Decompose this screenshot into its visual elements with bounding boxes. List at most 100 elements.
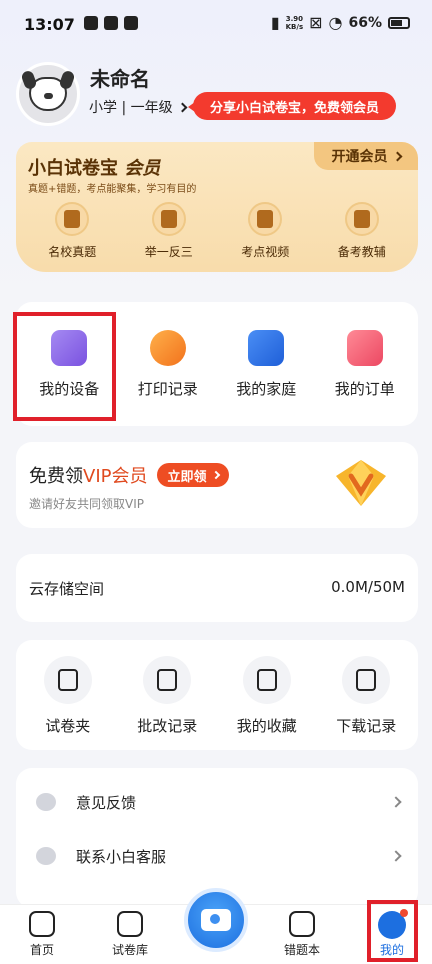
claim-label: 立即领 [167, 469, 207, 485]
tool-label: 下载记录 [336, 717, 397, 735]
shield-icon [124, 16, 138, 30]
play-icon [248, 202, 283, 236]
feedback-icon [36, 793, 56, 811]
vip-title: 小白试卷宝 会员 [28, 154, 160, 180]
camera-button[interactable] [184, 888, 248, 952]
my-favorites-button[interactable]: 我的收藏 [219, 640, 315, 750]
speed-unit: KB/s [285, 22, 304, 31]
profile-name[interactable]: 未命名 [90, 63, 150, 92]
vip-benefits: 名校真题 举一反三 考点视频 备考教辅 [16, 202, 418, 260]
nav-label: 首页 [29, 943, 54, 957]
battery-icon [388, 16, 410, 29]
vip-title-member: 会员 [124, 158, 161, 179]
vip-item-videos[interactable]: 考点视频 [225, 202, 305, 260]
sim-off-icon: ⊠ [309, 13, 323, 32]
vip-item-famous-papers[interactable]: 名校真题 [32, 202, 112, 260]
dev-label: 我的订单 [334, 379, 395, 398]
promo-title-vip: VIP会员 [83, 466, 148, 487]
home-face-icon [29, 911, 55, 937]
promo-subtitle: 邀请好友共同领取VIP [29, 497, 144, 511]
grade-selector[interactable]: 小学 | 一年级 [89, 97, 188, 117]
storage-label: 云存储空间 [29, 580, 105, 598]
status-bar: 13:07 ▮ 3.90 KB/s ⊠ ◔ 66% [0, 0, 432, 50]
paper-folder-button[interactable]: 试卷夹 [20, 640, 116, 750]
promo-title-prefix: 免费领 [29, 466, 83, 487]
dev-label: 我的家庭 [236, 379, 297, 398]
home-icon [248, 329, 285, 366]
cloud-storage-row[interactable]: 云存储空间 0.0M/50M [16, 554, 418, 622]
my-family-button[interactable]: 我的家庭 [218, 329, 314, 399]
tool-label: 我的收藏 [236, 717, 297, 735]
nav-papers[interactable]: 试卷库 [100, 911, 160, 958]
chevron-right-icon [390, 796, 402, 808]
scroll-icon [55, 202, 90, 236]
customer-service-row[interactable]: 联系小白客服 [16, 828, 418, 884]
mistake-book-icon [289, 911, 315, 937]
open-vip-button[interactable]: 开通会员 [314, 142, 418, 170]
vip-item-label: 名校真题 [48, 245, 97, 259]
tool-label: 批改记录 [137, 717, 198, 735]
my-orders-button[interactable]: 我的订单 [317, 329, 413, 399]
feedback-row[interactable]: 意见反馈 [16, 774, 418, 830]
speed-value: 3.90 [285, 14, 303, 23]
clock-icon [149, 329, 186, 366]
vibrate-icon: ▮ [270, 13, 280, 32]
highlight-box [13, 312, 116, 421]
checklist-icon [143, 656, 192, 704]
status-right: ▮ 3.90 KB/s ⊠ ◔ 66% [271, 13, 410, 32]
menu-label: 联系小白客服 [76, 847, 167, 866]
claim-now-button[interactable]: 立即领 [157, 463, 229, 487]
quick-actions-card: 我的设备 打印记录 我的家庭 我的订单 [13, 302, 418, 426]
dev-label: 打印记录 [137, 379, 198, 398]
camera-icon [201, 909, 231, 931]
network-speed: 3.90 KB/s [286, 15, 303, 31]
vip-diamond-icon [336, 460, 386, 506]
star-book-icon [344, 202, 379, 236]
tiktok-icon [84, 16, 98, 30]
share-banner[interactable]: 分享小白试卷宝，免费领会员 [188, 92, 396, 120]
menu-label: 意见反馈 [76, 793, 137, 812]
grade-label: 小学 | 一年级 [89, 100, 173, 116]
status-time: 13:07 [24, 15, 75, 34]
nav-label: 试卷库 [111, 943, 148, 957]
nav-label: 错题本 [283, 943, 320, 957]
bookmark-star-icon [242, 656, 291, 704]
grading-records-button[interactable]: 批改记录 [119, 640, 215, 750]
vip-subtitle: 真题+错题，考点能聚集，学习有目的 [28, 184, 197, 195]
vip-item-materials[interactable]: 备考教辅 [322, 202, 402, 260]
paper-icon [117, 911, 143, 937]
chevron-right-icon [392, 151, 402, 161]
vip-title-brand: 小白试卷宝 [28, 158, 118, 179]
notification-icons [84, 16, 138, 30]
vip-item-label: 备考教辅 [337, 245, 386, 259]
nav-mistakes[interactable]: 错题本 [272, 911, 332, 958]
order-icon [346, 329, 383, 366]
app-notification-icon [104, 16, 118, 30]
open-vip-label: 开通会员 [331, 149, 388, 165]
vip-item-practice[interactable]: 举一反三 [129, 202, 209, 260]
print-records-button[interactable]: 打印记录 [120, 329, 216, 399]
avatar[interactable] [16, 62, 80, 126]
chevron-right-icon [390, 850, 402, 862]
chevron-right-icon [177, 102, 188, 112]
vip-item-label: 举一反三 [144, 245, 193, 259]
battery-percent: 66% [348, 14, 382, 31]
promo-title: 免费领 VIP会员 立即领 [29, 462, 229, 488]
wifi-icon: ◔ [328, 13, 343, 32]
storage-value: 0.0M/50M [331, 578, 405, 596]
menu-card: 意见反馈 联系小白客服 [16, 768, 418, 908]
tool-label: 试卷夹 [45, 717, 91, 735]
nav-home[interactable]: 首页 [12, 911, 72, 958]
download-records-button[interactable]: 下载记录 [318, 640, 414, 750]
calendar-icon [43, 656, 92, 704]
vip-item-label: 考点视频 [241, 245, 290, 259]
tools-card: 试卷夹 批改记录 我的收藏 下载记录 [16, 640, 418, 750]
chat-icon [36, 847, 56, 865]
chevron-right-icon [211, 470, 220, 480]
doc-swap-icon [151, 202, 186, 236]
vip-card[interactable]: 小白试卷宝 会员 真题+错题，考点能聚集，学习有目的 开通会员 名校真题 举一反… [16, 142, 418, 272]
highlight-box [367, 900, 418, 962]
dog-avatar-icon [29, 77, 67, 111]
download-icon [342, 656, 391, 704]
free-vip-promo[interactable]: 免费领 VIP会员 立即领 邀请好友共同领取VIP [16, 442, 418, 528]
